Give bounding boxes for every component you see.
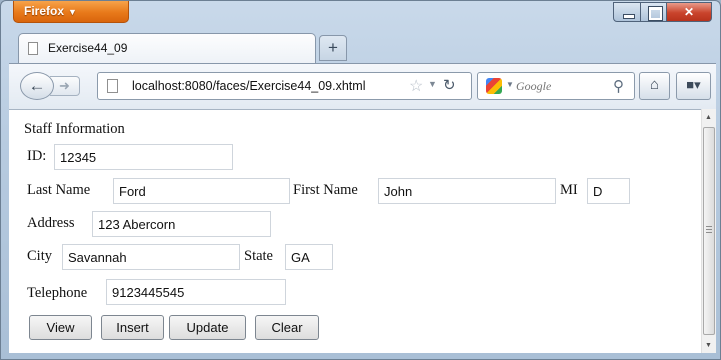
google-engine-icon[interactable] <box>486 78 502 94</box>
browser-window: Firefox▼ ✕ Exercise44_09 + ➜ ← ☆ ▼ ↻ ▼ ⚲… <box>0 0 721 360</box>
navigation-toolbar: ➜ ← ☆ ▼ ↻ ▼ ⚲ ⌂ ■▾ <box>9 63 716 109</box>
back-forward-group: ➜ ← <box>20 72 96 100</box>
insert-button[interactable]: Insert <box>101 315 164 340</box>
maximize-button[interactable] <box>640 2 667 22</box>
firefox-menu-button[interactable]: Firefox ▼ <box>13 1 129 23</box>
telephone-field[interactable] <box>106 279 286 305</box>
forward-arrow-icon: ➜ <box>59 78 70 93</box>
url-bar[interactable]: ☆ ▼ ↻ <box>97 72 472 100</box>
address-label: Address <box>27 215 75 231</box>
view-button[interactable]: View <box>29 315 92 340</box>
id-field[interactable] <box>54 144 233 170</box>
title-bar: Firefox ▼ ✕ <box>1 1 720 29</box>
city-field[interactable] <box>62 244 240 270</box>
reload-icon[interactable]: ↻ <box>443 76 456 94</box>
vertical-scrollbar[interactable]: ▲ ▼ <box>701 109 716 353</box>
bookmark-star-icon[interactable]: ☆ <box>409 76 423 96</box>
page-icon <box>28 42 38 55</box>
search-bar[interactable]: ▼ ⚲ <box>477 72 635 100</box>
scroll-down-icon[interactable]: ▼ <box>705 342 712 349</box>
forward-button[interactable]: ➜ <box>50 76 80 96</box>
last-name-label: Last Name <box>27 182 91 198</box>
new-tab-button[interactable]: + <box>319 35 347 61</box>
chevron-down-icon: ▼ <box>68 7 77 17</box>
state-label: State <box>244 248 273 264</box>
close-icon: ✕ <box>683 5 695 19</box>
first-name-label: First Name <box>293 182 358 198</box>
back-button[interactable]: ← <box>20 72 54 100</box>
city-label: City <box>27 248 52 264</box>
grip-icon <box>706 226 712 233</box>
page-content: Staff Information ID: Last Name First Na… <box>9 109 701 353</box>
addon-icon: ■▾ <box>686 77 701 92</box>
tab-exercise[interactable]: Exercise44_09 <box>18 33 316 63</box>
minimize-button[interactable] <box>613 2 641 22</box>
scroll-up-icon[interactable]: ▲ <box>705 114 712 121</box>
magnifier-icon[interactable]: ⚲ <box>613 77 624 95</box>
page-title: Staff Information <box>24 121 125 137</box>
mi-label: MI <box>560 182 578 198</box>
address-field[interactable] <box>92 211 271 237</box>
home-button[interactable]: ⌂ <box>639 72 670 100</box>
telephone-label: Telephone <box>27 285 88 301</box>
clear-button[interactable]: Clear <box>255 315 319 340</box>
last-name-field[interactable] <box>113 178 290 204</box>
update-button[interactable]: Update <box>169 315 246 340</box>
state-field[interactable] <box>285 244 333 270</box>
home-icon: ⌂ <box>649 76 660 93</box>
history-dropdown-icon[interactable]: ▼ <box>428 79 437 89</box>
close-window-button[interactable]: ✕ <box>666 2 712 22</box>
mi-field[interactable] <box>587 178 630 204</box>
id-label: ID: <box>27 148 47 164</box>
tab-title: Exercise44_09 <box>48 41 128 55</box>
scrollbar-thumb[interactable] <box>703 127 715 335</box>
back-arrow-icon: ← <box>28 76 46 95</box>
addon-button[interactable]: ■▾ <box>676 72 711 100</box>
maximize-icon <box>648 6 663 21</box>
minimize-icon <box>623 14 635 19</box>
url-input[interactable] <box>132 79 402 93</box>
chevron-down-icon[interactable]: ▼ <box>506 80 514 89</box>
page-icon <box>107 79 118 93</box>
first-name-field[interactable] <box>378 178 556 204</box>
firefox-menu-label: Firefox <box>24 4 65 18</box>
search-input[interactable] <box>516 79 596 94</box>
